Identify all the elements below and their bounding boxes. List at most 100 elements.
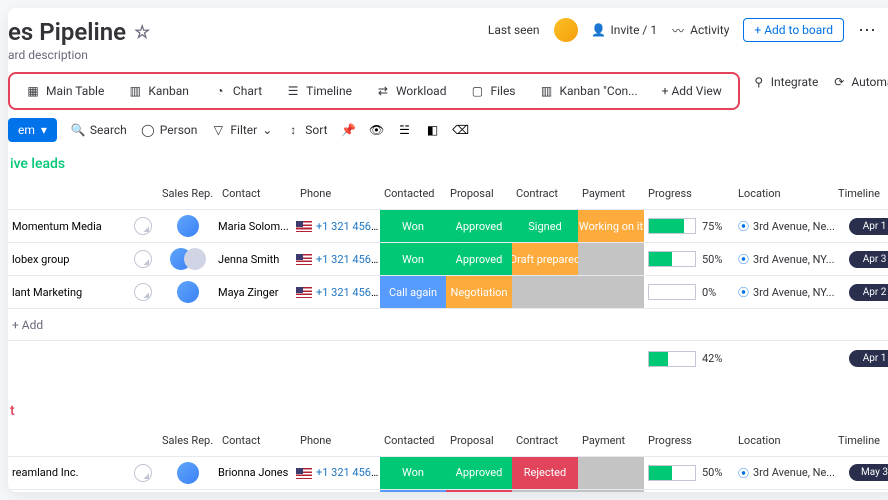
eye-icon[interactable]: 👁 bbox=[370, 123, 384, 137]
contact-cell[interactable]: Brionna Jones bbox=[218, 456, 296, 489]
progress-cell[interactable]: 0% bbox=[644, 284, 734, 300]
contact-cell[interactable]: Jenna Smith bbox=[218, 243, 296, 276]
avatar[interactable] bbox=[554, 18, 578, 42]
contact-cell[interactable]: Maria Solom... bbox=[218, 210, 296, 243]
chat-icon[interactable] bbox=[134, 250, 152, 268]
tab-timeline[interactable]: ☰Timeline bbox=[276, 78, 362, 104]
new-item-button[interactable]: em▾ bbox=[8, 118, 57, 142]
contact-cell[interactable]: Maya Zinger bbox=[218, 276, 296, 309]
status-contract[interactable]: Rejected bbox=[512, 457, 578, 489]
item-name[interactable]: Momentum Media bbox=[12, 220, 102, 233]
column-header[interactable]: Contract bbox=[512, 425, 578, 457]
status-proposal[interactable]: Approved bbox=[446, 457, 512, 489]
column-header[interactable]: Progress bbox=[644, 178, 734, 210]
status-contract[interactable] bbox=[512, 276, 578, 308]
column-header[interactable]: Contacted bbox=[380, 425, 446, 457]
column-header[interactable]: Payment bbox=[578, 178, 644, 210]
status-contract[interactable]: Signed bbox=[512, 210, 578, 242]
column-header[interactable]: Progress bbox=[644, 425, 734, 457]
add-to-board-button[interactable]: + Add to board bbox=[743, 18, 844, 42]
status-proposal[interactable]: Stuck bbox=[446, 490, 512, 493]
progress-cell[interactable]: 50% bbox=[644, 465, 734, 481]
column-header[interactable]: Location bbox=[734, 178, 834, 210]
status-payment[interactable] bbox=[578, 243, 644, 275]
status-proposal[interactable]: Approved bbox=[446, 210, 512, 242]
invite-button[interactable]: 👤Invite / 1 bbox=[592, 23, 658, 37]
status-contacted[interactable]: Won bbox=[380, 457, 446, 489]
height-icon[interactable]: ☱ bbox=[398, 123, 412, 137]
search-button[interactable]: 🔍Search bbox=[71, 123, 127, 137]
add-row-button[interactable]: + Add bbox=[8, 309, 888, 341]
timeline-pill[interactable]: Apr 2 - 30 bbox=[849, 284, 888, 301]
status-contacted[interactable]: Call again bbox=[380, 490, 446, 493]
pin-icon[interactable]: 📌 bbox=[342, 123, 356, 137]
table-row[interactable]: lant Marketing Maya Zinger +1 321 456 ..… bbox=[8, 276, 888, 309]
tab-kanban[interactable]: ▥Kanban bbox=[118, 78, 199, 104]
phone-cell[interactable]: +1 321 456 ... bbox=[296, 489, 380, 492]
item-name[interactable]: lobex group bbox=[12, 253, 69, 266]
timeline-pill[interactable]: Apr 3 - 17 bbox=[849, 251, 888, 268]
tab-chart[interactable]: ◔Chart bbox=[203, 78, 272, 104]
integrate-button[interactable]: ⚲Integrate bbox=[752, 75, 819, 89]
more-menu-icon[interactable]: ⋯ bbox=[858, 20, 878, 41]
status-contacted[interactable]: Won bbox=[380, 243, 446, 275]
column-header[interactable]: Contact bbox=[218, 178, 296, 210]
location-cell[interactable]: ⦿3rd Avenue, NY... bbox=[734, 284, 834, 300]
column-header[interactable]: Timeline bbox=[834, 425, 888, 457]
location-cell[interactable]: ⦿3rd Avenue, Ne... bbox=[734, 218, 834, 234]
timeline-pill[interactable]: Apr 1 - 15 bbox=[849, 218, 888, 235]
avatar[interactable] bbox=[184, 248, 206, 270]
status-payment[interactable] bbox=[578, 490, 644, 493]
column-header[interactable]: Timeline bbox=[834, 178, 888, 210]
item-name[interactable]: lant Marketing bbox=[12, 286, 82, 299]
person-filter-button[interactable]: ◯Person bbox=[141, 123, 198, 137]
column-header[interactable]: Proposal bbox=[446, 425, 512, 457]
progress-cell[interactable]: 75% bbox=[644, 218, 734, 234]
avatar[interactable] bbox=[177, 281, 199, 303]
table-row[interactable]: lobex group Jenna Smith +1 321 456 ... W… bbox=[8, 243, 888, 276]
column-header[interactable]: Location bbox=[734, 425, 834, 457]
location-cell[interactable]: ⦿3rd Avenue, Ne... bbox=[734, 465, 834, 481]
chat-icon[interactable] bbox=[134, 283, 152, 301]
column-header[interactable] bbox=[8, 425, 158, 457]
filter-button[interactable]: ▽Filter ⌄ bbox=[211, 123, 272, 137]
column-header[interactable]: Sales Rep. bbox=[158, 425, 218, 457]
table-row[interactable]: reamland Inc. Brionna Jones +1 321 456 .… bbox=[8, 456, 888, 489]
progress-cell[interactable]: 50% bbox=[644, 251, 734, 267]
clear-icon[interactable]: ⌫ bbox=[454, 123, 468, 137]
status-proposal[interactable]: Approved bbox=[446, 243, 512, 275]
contact-cell[interactable]: Ben Brickman bbox=[218, 489, 296, 492]
phone-cell[interactable]: +1 321 456 ... bbox=[296, 276, 380, 309]
column-header[interactable]: Contact bbox=[218, 425, 296, 457]
board-description[interactable]: ard description bbox=[8, 48, 488, 62]
column-header[interactable]: Payment bbox=[578, 425, 644, 457]
status-contacted[interactable]: Won bbox=[380, 210, 446, 242]
column-header[interactable] bbox=[8, 178, 158, 210]
avatar[interactable] bbox=[177, 215, 199, 237]
group-title[interactable]: t bbox=[8, 399, 888, 425]
sort-button[interactable]: ↕Sort bbox=[286, 123, 327, 137]
column-header[interactable]: Phone bbox=[296, 425, 380, 457]
status-proposal[interactable]: Negotiation bbox=[446, 276, 512, 308]
color-icon[interactable]: ◧ bbox=[426, 123, 440, 137]
table-row[interactable]: oodbrothers Bagel Factory Ben Brickman +… bbox=[8, 489, 888, 492]
chat-icon[interactable] bbox=[134, 464, 152, 482]
item-name[interactable]: reamland Inc. bbox=[12, 466, 78, 479]
column-header[interactable]: Sales Rep. bbox=[158, 178, 218, 210]
column-header[interactable]: Contacted bbox=[380, 178, 446, 210]
status-contract[interactable]: Draft prepared bbox=[512, 243, 578, 275]
status-payment[interactable] bbox=[578, 276, 644, 308]
phone-cell[interactable]: +1 321 456 ... bbox=[296, 210, 380, 243]
tab-workload[interactable]: ⇄Workload bbox=[366, 78, 457, 104]
phone-cell[interactable]: +1 321 456 ... bbox=[296, 456, 380, 489]
column-header[interactable]: Phone bbox=[296, 178, 380, 210]
status-contract[interactable] bbox=[512, 490, 578, 493]
table-row[interactable]: Momentum Media Maria Solom... +1 321 456… bbox=[8, 210, 888, 243]
location-cell[interactable]: ⦿3rd Avenue, NY... bbox=[734, 251, 834, 267]
tab-files[interactable]: ▢Files bbox=[460, 78, 525, 104]
phone-cell[interactable]: +1 321 456 ... bbox=[296, 243, 380, 276]
group-title[interactable]: ive leads bbox=[8, 152, 888, 178]
avatar[interactable] bbox=[177, 462, 199, 484]
chat-icon[interactable] bbox=[134, 217, 152, 235]
status-payment[interactable] bbox=[578, 457, 644, 489]
